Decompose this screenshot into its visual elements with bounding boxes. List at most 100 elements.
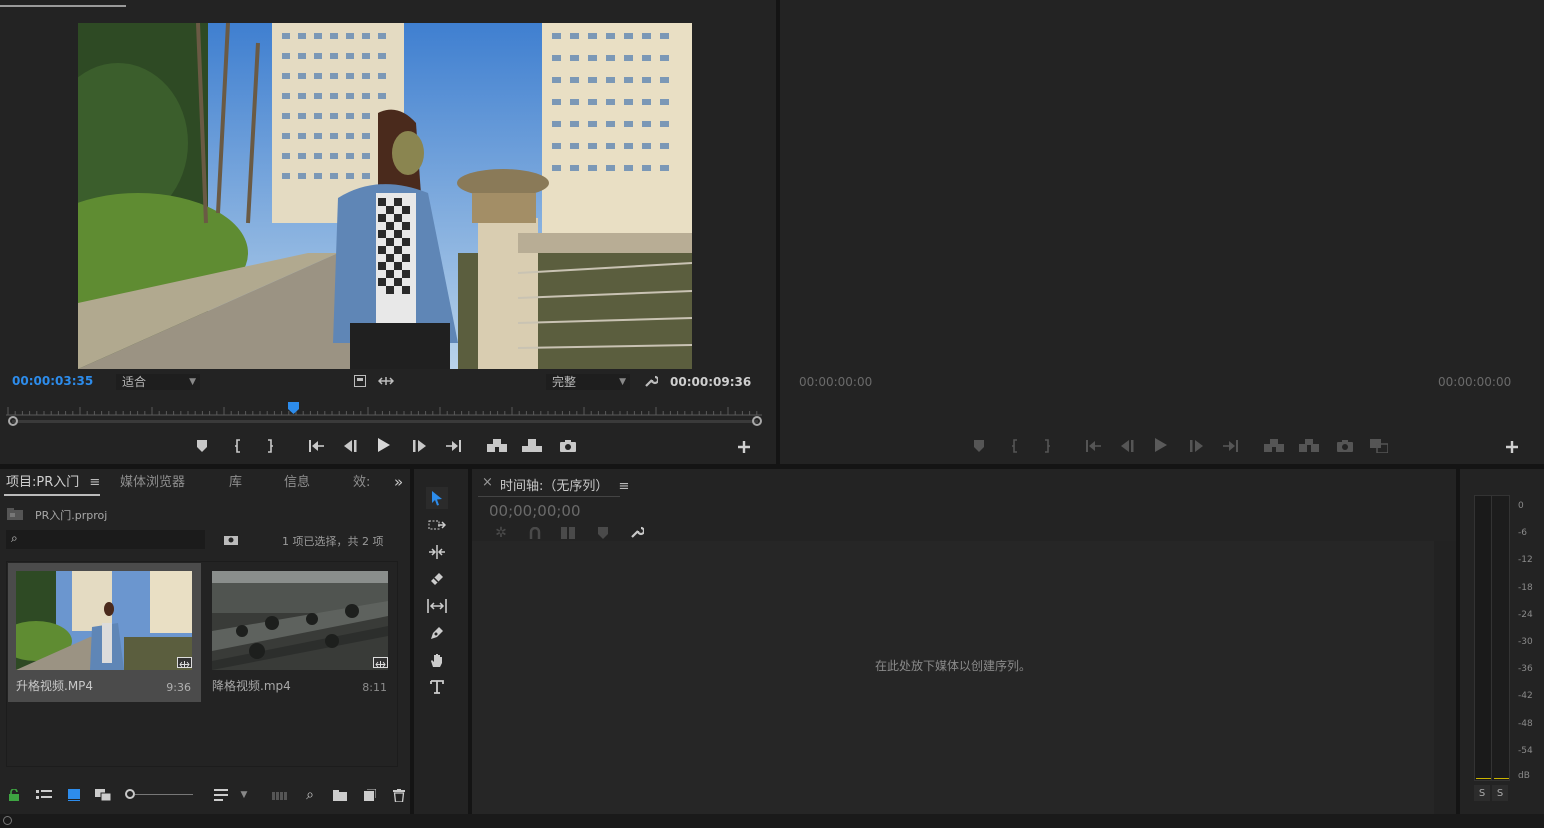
- solo-right-button[interactable]: S: [1492, 785, 1508, 801]
- timeline-vertical-scrollbar[interactable]: [1434, 541, 1456, 814]
- list-view-icon[interactable]: [34, 785, 54, 805]
- source-current-timecode[interactable]: 00:00:03:35: [12, 374, 93, 388]
- quality-dropdown[interactable]: 完整 ▼: [546, 374, 630, 390]
- tab-project[interactable]: 项目:PR入门 ≡: [6, 471, 100, 495]
- playhead[interactable]: [287, 402, 299, 414]
- scroll-handle-right[interactable]: [752, 416, 762, 426]
- tab-libraries[interactable]: 库: [229, 471, 242, 495]
- out-point-icon[interactable]: [260, 436, 280, 456]
- chevron-down-icon[interactable]: ▼: [234, 785, 254, 805]
- icon-view-icon[interactable]: [64, 785, 84, 805]
- new-search-bin-icon[interactable]: [221, 529, 241, 549]
- solo-left-button[interactable]: S: [1474, 785, 1490, 801]
- source-time-ruler[interactable]: [6, 404, 762, 416]
- tab-media-browser[interactable]: 媒体浏览器: [120, 471, 185, 495]
- clip-badge-icon: [373, 657, 388, 668]
- source-video-frame[interactable]: [78, 23, 692, 369]
- extract-icon[interactable]: [1299, 436, 1319, 456]
- project-panel: 项目:PR入门 ≡ 媒体浏览器 库 信息 效: » PR入门.prproj ⌕ …: [0, 469, 410, 814]
- source-tab-underline[interactable]: [0, 5, 126, 7]
- go-to-in-icon[interactable]: [1083, 436, 1103, 456]
- tab-project-underline: [4, 494, 100, 496]
- timeline-close-icon[interactable]: ×: [482, 475, 493, 490]
- scroll-bar-track[interactable]: [12, 420, 758, 423]
- ripple-edit-tool-icon[interactable]: [426, 541, 448, 563]
- freeform-view-icon[interactable]: [94, 785, 114, 805]
- new-item-icon[interactable]: [360, 785, 380, 805]
- snap-icon[interactable]: [525, 523, 545, 543]
- list-item[interactable]: 降格视频.mp4 8:11: [204, 563, 397, 702]
- program-left-timecode[interactable]: 00:00:00:00: [799, 375, 872, 389]
- program-monitor-canvas[interactable]: [780, 10, 1544, 366]
- step-back-icon[interactable]: [340, 436, 360, 456]
- marker-icon[interactable]: [192, 436, 212, 456]
- out-point-icon[interactable]: [1037, 436, 1057, 456]
- pen-tool-icon[interactable]: [426, 622, 448, 644]
- slip-tool-icon[interactable]: [426, 595, 448, 617]
- play-icon[interactable]: [1151, 435, 1171, 455]
- step-forward-icon[interactable]: [1187, 436, 1207, 456]
- step-forward-icon[interactable]: [410, 436, 430, 456]
- video-frame-image: [78, 23, 692, 369]
- marker-icon[interactable]: [969, 436, 989, 456]
- scroll-handle-left[interactable]: [8, 416, 18, 426]
- settings-icon[interactable]: [350, 371, 370, 391]
- selection-status: 1 项已选择，共 2 项: [282, 535, 384, 548]
- linked-selection-icon[interactable]: [558, 523, 578, 543]
- insert-icon[interactable]: [487, 436, 507, 456]
- wrench-icon[interactable]: [627, 522, 647, 542]
- track-select-tool-icon[interactable]: [426, 514, 448, 536]
- play-icon[interactable]: [374, 435, 394, 455]
- meter-peak-right: [1494, 778, 1509, 779]
- lift-icon[interactable]: [1264, 436, 1284, 456]
- clip-thumbnail: [16, 571, 192, 670]
- sort-icon[interactable]: [211, 785, 231, 805]
- automate-to-sequence-icon[interactable]: [270, 785, 290, 805]
- zoom-slider-handle[interactable]: [125, 789, 135, 799]
- add-marker-icon[interactable]: [593, 523, 613, 543]
- project-file-name: PR入门.prproj: [35, 509, 108, 522]
- timeline-panel: × 时间轴:（无序列） ≡ 00;00;00;00 ✲ 在此处放下媒体以创建序列…: [472, 469, 1456, 814]
- fit-dropdown[interactable]: 适合 ▼: [116, 374, 200, 390]
- zoom-slider[interactable]: [125, 789, 195, 801]
- fit-dropdown-value: 适合: [122, 375, 147, 389]
- timeline-title: 时间轴:（无序列） ≡: [500, 475, 629, 494]
- new-bin-icon[interactable]: [330, 785, 350, 805]
- tab-effects[interactable]: 效:: [353, 471, 370, 495]
- clip-badge-icon: [177, 657, 192, 668]
- drag-video-icon[interactable]: [376, 371, 396, 391]
- panel-menu-icon[interactable]: ≡: [89, 475, 100, 490]
- search-input[interactable]: ⌕: [6, 530, 205, 549]
- wrench-icon[interactable]: [641, 371, 661, 391]
- hand-tool-icon[interactable]: [426, 649, 448, 671]
- trash-icon[interactable]: [389, 785, 409, 805]
- tab-info[interactable]: 信息: [284, 471, 310, 495]
- compare-view-icon[interactable]: [1369, 436, 1389, 456]
- meter-left-channel: [1475, 496, 1492, 780]
- go-to-in-icon[interactable]: [306, 436, 326, 456]
- go-to-out-icon[interactable]: [444, 436, 464, 456]
- step-back-icon[interactable]: [1117, 436, 1137, 456]
- find-icon[interactable]: ⌕: [300, 785, 320, 805]
- in-point-icon[interactable]: [1005, 436, 1025, 456]
- nest-icon[interactable]: ✲: [491, 523, 511, 543]
- status-indicator-icon[interactable]: [3, 816, 12, 825]
- camera-icon[interactable]: [558, 436, 578, 456]
- list-item[interactable]: 升格视频.MP4 9:36: [8, 563, 201, 702]
- timeline-track-area[interactable]: [472, 541, 1434, 814]
- overwrite-icon[interactable]: [522, 436, 542, 456]
- type-tool-icon[interactable]: [426, 676, 448, 698]
- plus-icon[interactable]: [1502, 437, 1522, 457]
- go-to-out-icon[interactable]: [1221, 436, 1241, 456]
- razor-tool-icon[interactable]: [426, 568, 448, 590]
- camera-icon[interactable]: [1335, 436, 1355, 456]
- lock-icon[interactable]: [4, 785, 24, 805]
- timeline-title-text: 时间轴:（无序列）: [500, 479, 609, 494]
- in-point-icon[interactable]: [228, 436, 248, 456]
- plus-icon[interactable]: [734, 437, 754, 457]
- timeline-timecode[interactable]: 00;00;00;00: [489, 502, 581, 520]
- tabs-overflow-icon[interactable]: »: [394, 470, 403, 494]
- panel-menu-icon[interactable]: ≡: [619, 479, 630, 494]
- meter-scale-label: -42: [1518, 691, 1533, 701]
- selection-tool-icon[interactable]: [426, 487, 448, 509]
